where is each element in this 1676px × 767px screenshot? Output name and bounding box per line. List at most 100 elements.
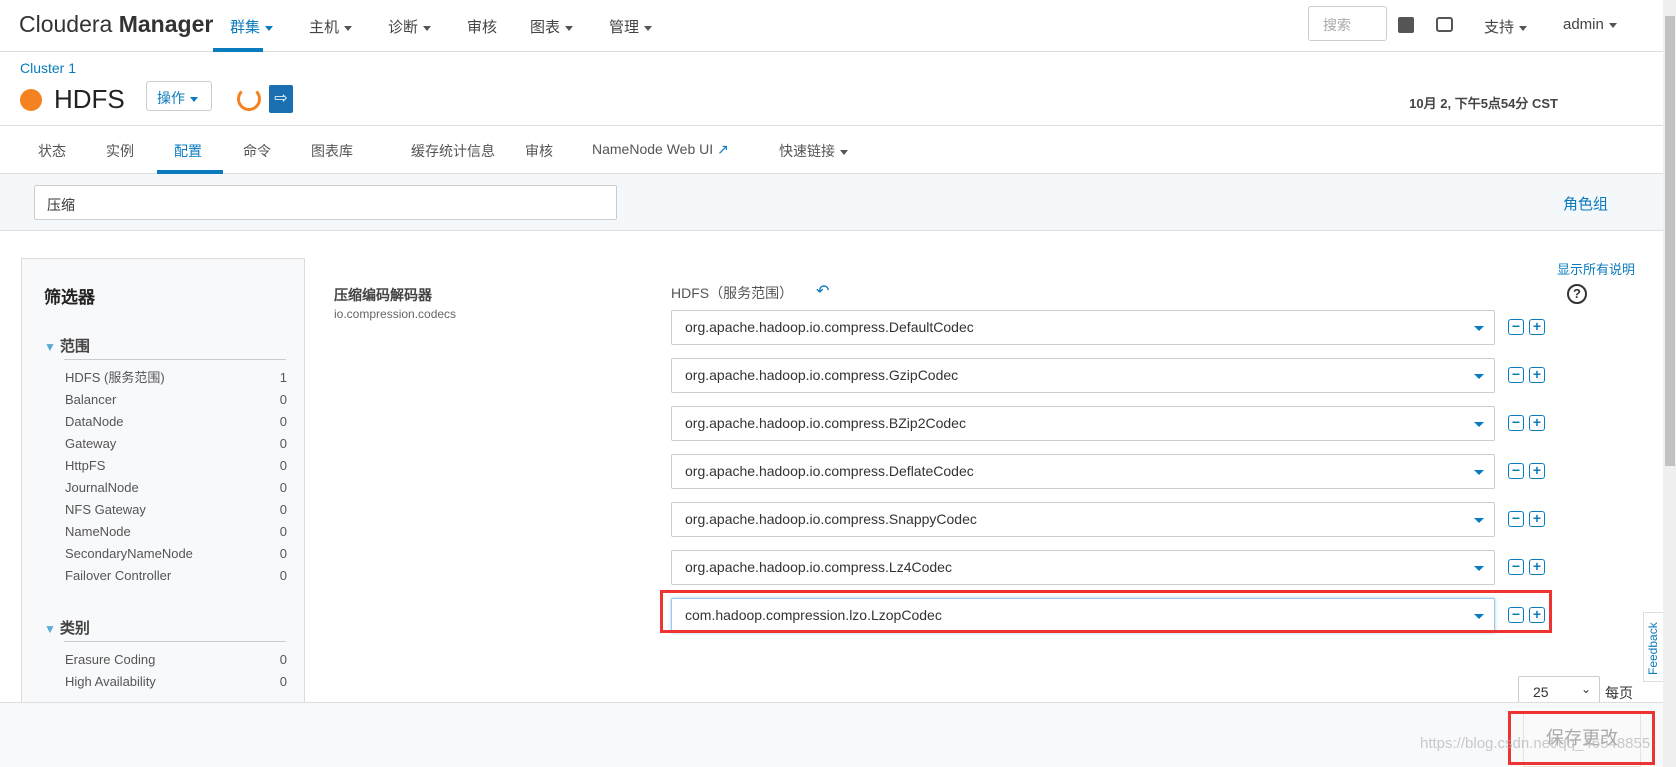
caret-down-icon — [1474, 614, 1484, 619]
nav-audits[interactable]: 审核 — [467, 16, 497, 37]
filter-item[interactable]: Gateway 0 — [65, 433, 287, 455]
filter-item-label: JournalNode — [65, 480, 139, 495]
chevron-down-icon: ▼ — [44, 622, 56, 636]
caret-down-icon — [1519, 25, 1528, 31]
help-icon[interactable]: ? — [1567, 284, 1587, 304]
remove-value-icon[interactable]: − — [1508, 511, 1524, 527]
add-value-icon[interactable]: + — [1529, 463, 1545, 479]
filter-item-count: 0 — [279, 652, 287, 667]
remove-value-icon[interactable]: − — [1508, 559, 1524, 575]
caret-down-icon — [565, 25, 574, 31]
nav-diagnostics[interactable]: 诊断 — [388, 16, 432, 37]
filter-item-label: Balancer — [65, 392, 117, 407]
tab-configuration[interactable]: 配置 — [174, 141, 202, 161]
filter-item[interactable]: Failover Controller 0 — [65, 565, 287, 587]
restart-icon[interactable] — [237, 87, 261, 111]
divider — [64, 641, 286, 642]
nav-cluster[interactable]: 群集 — [230, 16, 274, 37]
filter-item[interactable]: Balancer 0 — [65, 389, 287, 411]
add-value-icon[interactable]: + — [1529, 415, 1545, 431]
remove-value-icon[interactable]: − — [1508, 367, 1524, 383]
filter-panel: 筛选器 ▼ 范围 HDFS (服务范围) 1 Balancer 0 DataNode 0 Ga… — [21, 258, 305, 718]
add-value-icon[interactable]: + — [1529, 319, 1545, 335]
filter-item[interactable]: High Availability 0 — [65, 671, 287, 693]
deploy-config-icon[interactable]: ⇨ — [269, 85, 293, 113]
tab-quick-links[interactable]: 快速链接 — [779, 141, 848, 161]
logo[interactable]: Cloudera Manager — [19, 11, 213, 38]
filter-title: 筛选器 — [44, 288, 95, 307]
parcel-icon[interactable] — [1436, 17, 1453, 32]
scope-section-toggle[interactable]: ▼ 范围 — [44, 335, 90, 356]
filter-item[interactable]: Erasure Coding 0 — [65, 649, 287, 671]
tab-namenode-web-ui[interactable]: NameNode Web UI ↗ — [592, 141, 729, 158]
show-all-descriptions-link[interactable]: 显示所有说明 — [1557, 259, 1635, 278]
filter-item-count: 0 — [279, 568, 287, 583]
filter-item[interactable]: DataNode 0 — [65, 411, 287, 433]
filter-item-label: Gateway — [65, 436, 117, 451]
filter-item[interactable]: SecondaryNameNode 0 — [65, 543, 287, 565]
caret-down-icon — [1474, 518, 1484, 523]
role-groups-link[interactable]: 角色组 — [1563, 193, 1608, 214]
filter-item-count: 0 — [279, 674, 287, 689]
add-value-icon[interactable]: + — [1529, 607, 1545, 623]
filter-item-label: NameNode — [65, 524, 131, 539]
remove-value-icon[interactable]: − — [1508, 463, 1524, 479]
undo-icon[interactable]: ↶ — [816, 281, 829, 301]
filter-item-label: Erasure Coding — [65, 652, 156, 667]
caret-down-icon — [1474, 470, 1484, 475]
filter-item-count: 0 — [279, 392, 287, 407]
caret-down-icon — [644, 25, 653, 31]
scrollbar-thumb[interactable] — [1665, 16, 1675, 466]
codec-select[interactable]: org.apache.hadoop.io.compress.BZip2Codec — [671, 406, 1495, 441]
category-section-toggle[interactable]: ▼ 类别 — [44, 617, 90, 638]
config-label: 压缩编码解码器 — [334, 287, 432, 303]
codec-select[interactable]: org.apache.hadoop.io.compress.GzipCodec — [671, 358, 1495, 393]
nav-support[interactable]: 支持 — [1484, 16, 1528, 37]
filter-item[interactable]: HttpFS 0 — [65, 455, 287, 477]
remove-value-icon[interactable]: − — [1508, 415, 1524, 431]
filter-item-count: 0 — [279, 524, 287, 539]
filter-item[interactable]: NameNode 0 — [65, 521, 287, 543]
add-value-icon[interactable]: + — [1529, 559, 1545, 575]
filter-item-label: SecondaryNameNode — [65, 546, 193, 561]
codec-select[interactable]: org.apache.hadoop.io.compress.DefaultCod… — [671, 310, 1495, 345]
actions-button[interactable]: 操作 — [146, 81, 212, 111]
filter-item[interactable]: NFS Gateway 0 — [65, 499, 287, 521]
nav-hosts[interactable]: 主机 — [309, 16, 353, 37]
nav-charts[interactable]: 图表 — [530, 16, 574, 37]
nav-admin[interactable]: 管理 — [609, 16, 653, 37]
tab-chart-library[interactable]: 图表库 — [311, 141, 353, 161]
tab-instances[interactable]: 实例 — [106, 141, 134, 161]
remove-value-icon[interactable]: − — [1508, 319, 1524, 335]
codec-select[interactable]: org.apache.hadoop.io.compress.Lz4Codec — [671, 550, 1495, 585]
gift-icon[interactable] — [1398, 17, 1414, 33]
status-dot-icon — [20, 89, 42, 111]
tab-status[interactable]: 状态 — [38, 141, 66, 161]
tab-audits[interactable]: 审核 — [525, 141, 553, 161]
page-title: HDFS — [54, 84, 125, 114]
codec-select[interactable]: org.apache.hadoop.io.compress.DeflateCod… — [671, 454, 1495, 489]
codec-select[interactable]: org.apache.hadoop.io.compress.SnappyCode… — [671, 502, 1495, 537]
breadcrumb-cluster[interactable]: Cluster 1 — [20, 60, 76, 76]
add-value-icon[interactable]: + — [1529, 511, 1545, 527]
filter-item-label: HttpFS — [65, 458, 106, 473]
config-search-input[interactable]: 压缩 — [34, 185, 617, 220]
codec-select[interactable]: com.hadoop.compression.lzo.LzopCodec — [671, 598, 1495, 633]
divider — [64, 359, 286, 360]
remove-value-icon[interactable]: − — [1508, 607, 1524, 623]
filter-item[interactable]: HDFS (服务范围) 1 — [65, 367, 287, 389]
external-link-icon: ↗ — [717, 141, 729, 157]
tab-cache-statistics[interactable]: 缓存统计信息 — [411, 141, 495, 161]
tab-commands[interactable]: 命令 — [243, 141, 271, 161]
per-page-label: 每页 — [1605, 685, 1633, 701]
caret-down-icon — [1474, 326, 1484, 331]
feedback-tab[interactable]: Feedback — [1643, 612, 1663, 682]
search-input[interactable]: 搜索 — [1308, 6, 1387, 41]
caret-down-icon — [423, 25, 432, 31]
filter-item[interactable]: JournalNode 0 — [65, 477, 287, 499]
add-value-icon[interactable]: + — [1529, 367, 1545, 383]
caret-down-icon — [1474, 374, 1484, 379]
filter-item-count: 0 — [279, 414, 287, 429]
user-menu[interactable]: admin — [1563, 16, 1617, 33]
filter-item-count: 0 — [279, 436, 287, 451]
